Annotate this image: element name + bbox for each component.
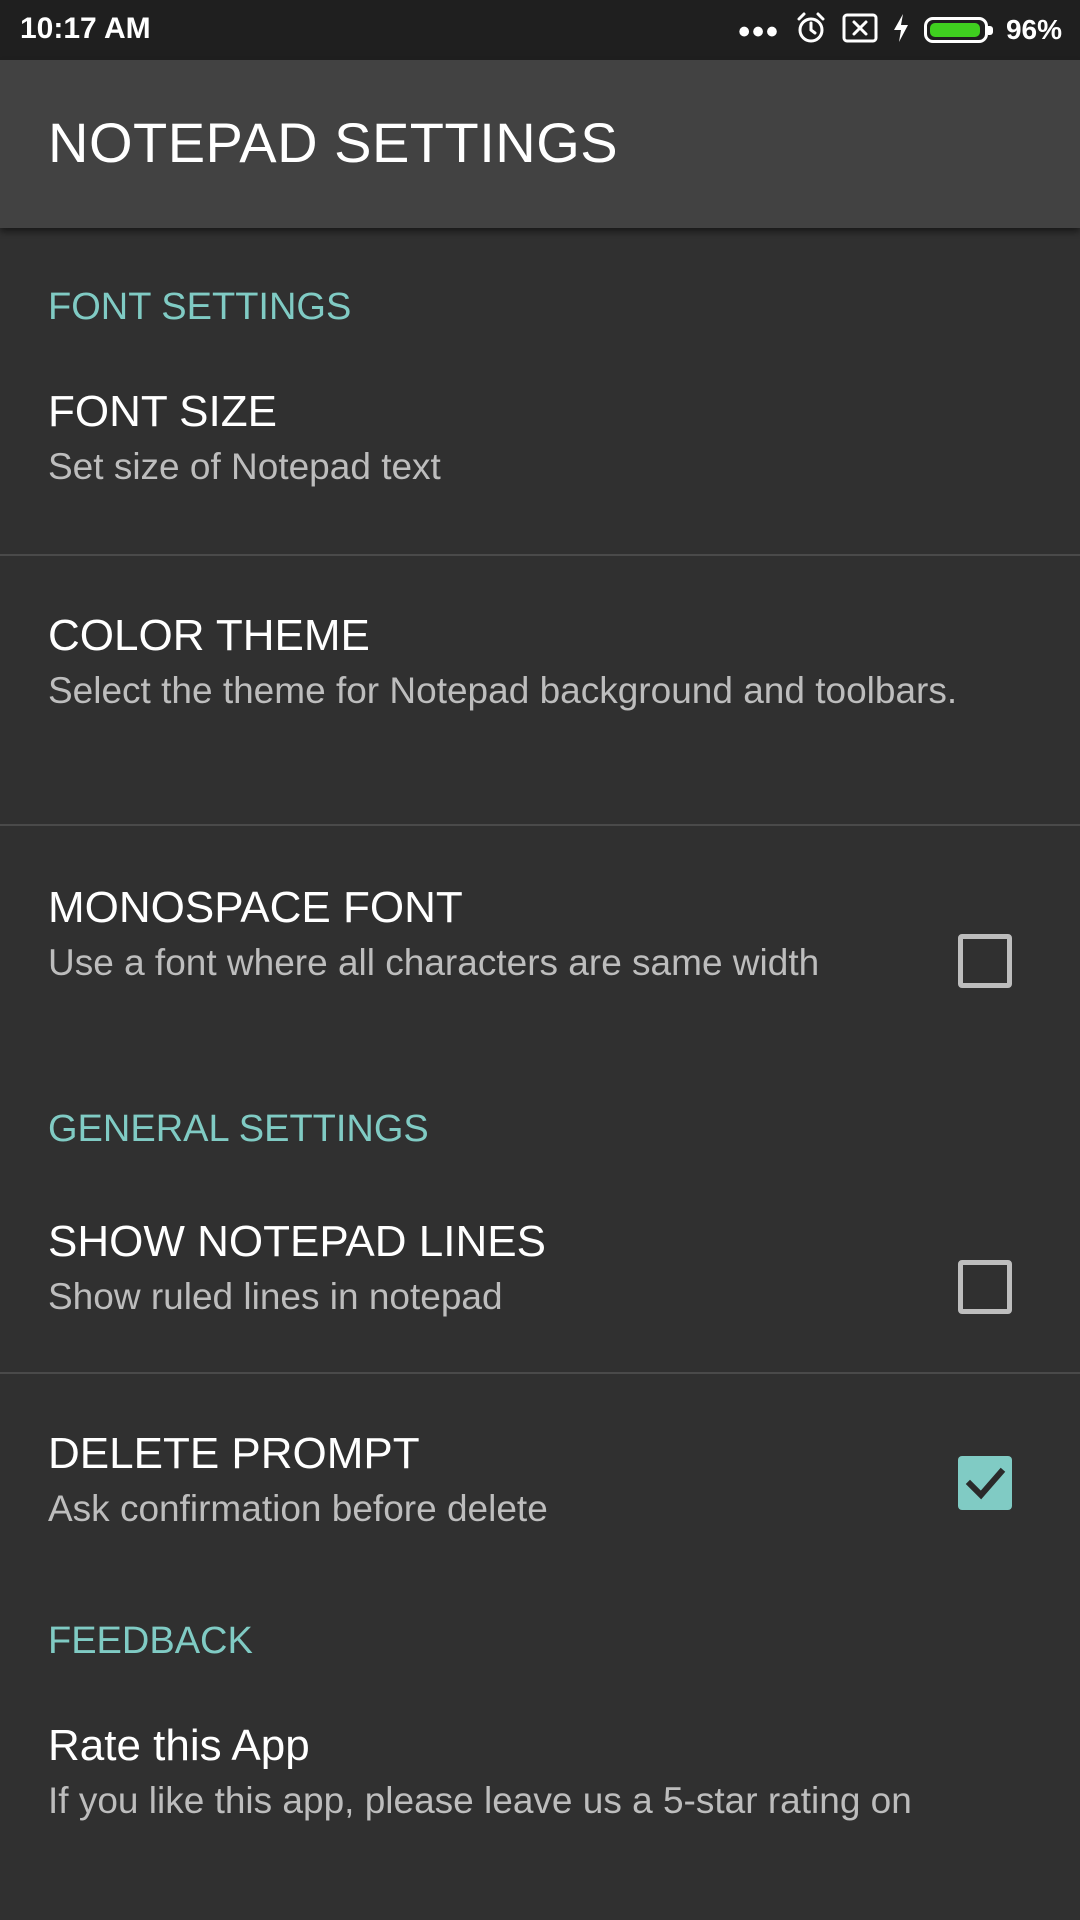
monospace-font-checkbox[interactable]	[958, 934, 1012, 988]
alarm-icon	[794, 11, 828, 50]
section-header-general-settings: GENERAL SETTINGS	[48, 1107, 429, 1150]
page-title: NOTEPAD SETTINGS	[48, 111, 619, 174]
pref-summary: Use a font where all characters are same…	[48, 942, 820, 983]
more-dots-icon: •••	[738, 13, 780, 51]
settings-list: FONT SETTINGS FONT SIZE Set size of Note…	[0, 228, 1080, 1876]
section-header-feedback: FEEDBACK	[48, 1619, 253, 1662]
pref-title: COLOR THEME	[48, 611, 370, 660]
battery-icon	[923, 17, 993, 43]
app-bar: NOTEPAD SETTINGS	[0, 60, 1080, 228]
charging-bolt-icon	[892, 13, 910, 48]
battery-percent: 96%	[1005, 14, 1062, 45]
pref-color-theme[interactable]: COLOR THEME Select the theme for Notepad…	[0, 556, 1080, 826]
pref-monospace-font[interactable]: MONOSPACE FONT Use a font where all char…	[0, 826, 1080, 1054]
pref-title: DELETE PROMPT	[48, 1429, 420, 1478]
pref-title: SHOW NOTEPAD LINES	[48, 1217, 546, 1266]
status-time: 10:17 AM	[20, 12, 151, 45]
pref-summary: Select the theme for Notepad background …	[48, 670, 958, 711]
pref-title: Rate this App	[48, 1721, 310, 1770]
pref-show-notepad-lines[interactable]: SHOW NOTEPAD LINES Show ruled lines in n…	[0, 1204, 1080, 1374]
pref-rate-app[interactable]: Rate this App If you like this app, plea…	[0, 1716, 1080, 1876]
checkmark-icon	[965, 1467, 1006, 1500]
pref-font-size[interactable]: FONT SIZE Set size of Notepad text	[0, 386, 1080, 556]
pref-summary: Show ruled lines in notepad	[48, 1276, 503, 1317]
show-notepad-lines-checkbox[interactable]	[958, 1260, 1012, 1314]
pref-summary: Set size of Notepad text	[48, 446, 441, 487]
pref-summary: Ask confirmation before delete	[48, 1488, 548, 1529]
battery-level-fill	[929, 23, 980, 37]
status-icons: ••• 96%	[724, 10, 1062, 50]
pref-delete-prompt[interactable]: DELETE PROMPT Ask confirmation before de…	[0, 1374, 1080, 1566]
pref-title: FONT SIZE	[48, 387, 277, 436]
pref-summary: If you like this app, please leave us a …	[48, 1780, 912, 1821]
pref-title: MONOSPACE FONT	[48, 883, 463, 932]
delete-prompt-checkbox[interactable]	[958, 1456, 1012, 1510]
section-header-font-settings: FONT SETTINGS	[48, 285, 352, 328]
notification-x-icon	[842, 13, 878, 48]
status-bar: 10:17 AM ••• 96%	[0, 0, 1080, 60]
